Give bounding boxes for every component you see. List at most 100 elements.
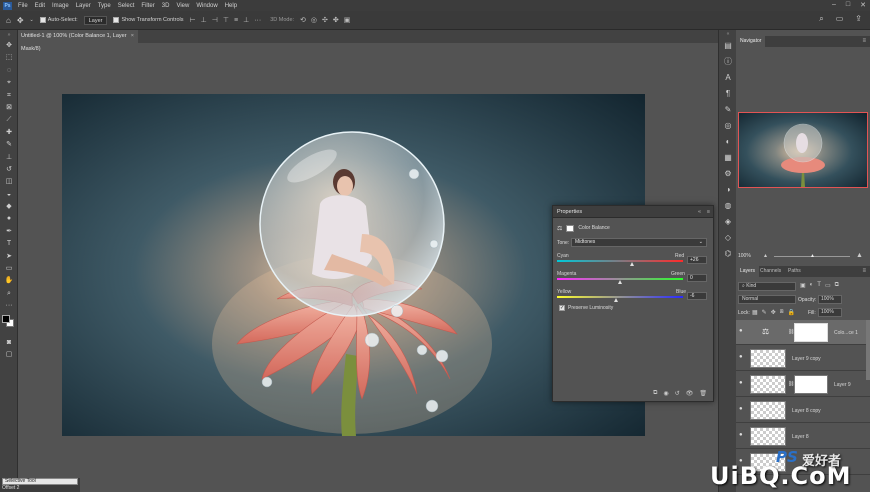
cyan-red-slider[interactable]: Cyan Red +26: [557, 253, 711, 271]
slider-value-field[interactable]: 0: [687, 274, 707, 282]
layer-thumbnail[interactable]: [750, 349, 786, 368]
channels-panel-icon[interactable]: ◇: [719, 230, 737, 246]
lock-paint-icon[interactable]: ✎: [762, 309, 767, 316]
maximize-icon[interactable]: □: [846, 1, 850, 9]
menu-file[interactable]: File: [18, 3, 28, 9]
layer-thumbnail[interactable]: [750, 375, 786, 394]
search-icon[interactable]: ⌕: [819, 14, 823, 24]
layer-row-layer-8-copy[interactable]: ● Layer 8 copy: [736, 398, 870, 423]
toolbar-collapse-icon[interactable]: »: [0, 30, 18, 40]
layer-thumbnail[interactable]: [750, 427, 786, 446]
align-left-icon[interactable]: ⊢: [190, 16, 196, 24]
healing-brush-tool-icon[interactable]: ✚: [0, 127, 18, 139]
menu-edit[interactable]: Edit: [35, 3, 45, 9]
align-top-icon[interactable]: ⊤: [223, 16, 229, 24]
reset-icon[interactable]: ↺: [675, 390, 680, 397]
3d-roll-icon[interactable]: ◎: [311, 16, 317, 24]
navigator-menu-icon[interactable]: ≡: [862, 36, 866, 47]
zoom-tool-icon[interactable]: ⌕: [0, 288, 18, 300]
close-tab-icon[interactable]: ×: [131, 30, 134, 43]
zoom-in-icon[interactable]: ▲: [856, 252, 863, 259]
align-bottom-icon[interactable]: ⊥: [243, 16, 249, 24]
eraser-tool-icon[interactable]: ◫: [0, 176, 18, 188]
menu-layer[interactable]: Layer: [76, 3, 91, 9]
character-panel-icon[interactable]: A: [719, 70, 737, 86]
mask-icon[interactable]: [566, 224, 575, 232]
paths-panel-icon[interactable]: ⌬: [719, 246, 737, 262]
quick-select-tool-icon[interactable]: ⌖: [0, 77, 18, 89]
type-tool-icon[interactable]: T: [0, 238, 18, 250]
more-options-icon[interactable]: ···: [254, 17, 261, 24]
share-icon[interactable]: ⇪: [855, 14, 862, 24]
paragraph-panel-icon[interactable]: ¶: [719, 86, 737, 102]
libraries-panel-icon[interactable]: ◍: [719, 198, 737, 214]
crop-tool-icon[interactable]: ⌗: [0, 90, 18, 102]
zoom-slider-thumb[interactable]: ▲: [810, 253, 815, 259]
brush-settings-panel-icon[interactable]: ✎: [719, 102, 737, 118]
history-panel-icon[interactable]: ▤: [719, 38, 737, 54]
history-brush-tool-icon[interactable]: ↺: [0, 164, 18, 176]
lock-artboard-icon[interactable]: ⧈: [780, 309, 784, 316]
align-center-icon[interactable]: ⊥: [201, 16, 207, 24]
properties-panel-icon[interactable]: ⚙: [719, 166, 737, 182]
lock-move-icon[interactable]: ✥: [771, 309, 776, 316]
layer-row-color-balance[interactable]: ● ⚖ ⛓ Colo...ce 1: [736, 320, 870, 345]
close-window-icon[interactable]: ✕: [860, 1, 866, 9]
screen-mode-icon[interactable]: ▢: [0, 349, 18, 361]
layer-row-layer-9-copy[interactable]: ● Layer 9 copy: [736, 346, 870, 371]
menu-3d[interactable]: 3D: [162, 3, 170, 9]
magenta-green-slider[interactable]: Magenta Green 0: [557, 271, 711, 289]
layer-thumbnail[interactable]: [750, 401, 786, 420]
auto-select-target-dropdown[interactable]: Layer: [83, 15, 108, 25]
visibility-icon[interactable]: 👁: [686, 390, 694, 397]
tab-paths[interactable]: Paths: [784, 266, 805, 277]
dodge-tool-icon[interactable]: ●: [0, 213, 18, 225]
slider-thumb[interactable]: [613, 298, 618, 302]
properties-header[interactable]: Properties « ≡: [553, 206, 713, 218]
3d-pan-icon[interactable]: ✣: [322, 16, 328, 24]
menu-filter[interactable]: Filter: [141, 3, 154, 9]
lasso-tool-icon[interactable]: ◌: [0, 65, 18, 77]
lock-all-icon[interactable]: 🔒: [788, 309, 795, 316]
chevron-down-icon[interactable]: ⌄: [30, 17, 34, 23]
3d-slide-icon[interactable]: ✤: [333, 16, 339, 24]
hand-tool-icon[interactable]: ✋: [0, 275, 18, 287]
slider-thumb[interactable]: [630, 262, 635, 266]
layer-row-layer-9[interactable]: ● ⛓ Layer 9: [736, 372, 870, 397]
visibility-eye-icon[interactable]: ●: [739, 354, 743, 360]
slider-track[interactable]: [557, 260, 683, 262]
layer-filter-dropdown[interactable]: ⌕ Kind: [738, 282, 796, 291]
marquee-tool-icon[interactable]: ⬚: [0, 52, 18, 64]
workspace-icon[interactable]: ▭: [836, 14, 844, 24]
move-tool-icon[interactable]: ✥: [17, 16, 24, 25]
frame-tool-icon[interactable]: ⊠: [0, 102, 18, 114]
auto-select-checkbox[interactable]: [39, 17, 46, 23]
3d-scale-icon[interactable]: ▣: [344, 16, 351, 24]
zoom-value[interactable]: 100%: [738, 253, 751, 259]
tab-channels[interactable]: Channels: [756, 266, 785, 277]
visibility-eye-icon[interactable]: ●: [739, 406, 743, 412]
strip-collapse-icon[interactable]: «: [719, 30, 737, 38]
swatches-panel-icon[interactable]: ▦: [719, 150, 737, 166]
fill-field[interactable]: 100%: [818, 308, 842, 317]
lock-pixels-icon[interactable]: ▦: [752, 309, 758, 316]
visibility-eye-icon[interactable]: ●: [739, 432, 743, 438]
layers-panel-icon[interactable]: ◈: [719, 214, 737, 230]
blur-tool-icon[interactable]: ◆: [0, 201, 18, 213]
quick-mask-icon[interactable]: ◙: [0, 337, 18, 349]
clone-stamp-tool-icon[interactable]: ⊥: [0, 152, 18, 164]
menu-type[interactable]: Type: [98, 3, 111, 9]
navigator-panel-icon[interactable]: ◎: [719, 118, 737, 134]
paint-bucket-tool-icon[interactable]: ◒: [0, 189, 18, 201]
document-tab[interactable]: Untitled-1 @ 100% (Color Balance 1, Laye…: [18, 30, 138, 52]
clip-to-layer-icon[interactable]: ⧉: [653, 390, 657, 397]
filter-adjustment-icon[interactable]: ◐: [810, 282, 814, 289]
pen-tool-icon[interactable]: ✒: [0, 226, 18, 238]
filter-shape-icon[interactable]: ▭: [825, 282, 831, 289]
visibility-eye-icon[interactable]: ●: [739, 380, 743, 386]
layers-scrollbar[interactable]: [866, 320, 870, 380]
minimize-icon[interactable]: –: [832, 1, 836, 9]
color-panel-icon[interactable]: ◐: [719, 134, 737, 150]
slider-value-field[interactable]: -6: [687, 292, 707, 300]
path-selection-tool-icon[interactable]: ➤: [0, 251, 18, 263]
